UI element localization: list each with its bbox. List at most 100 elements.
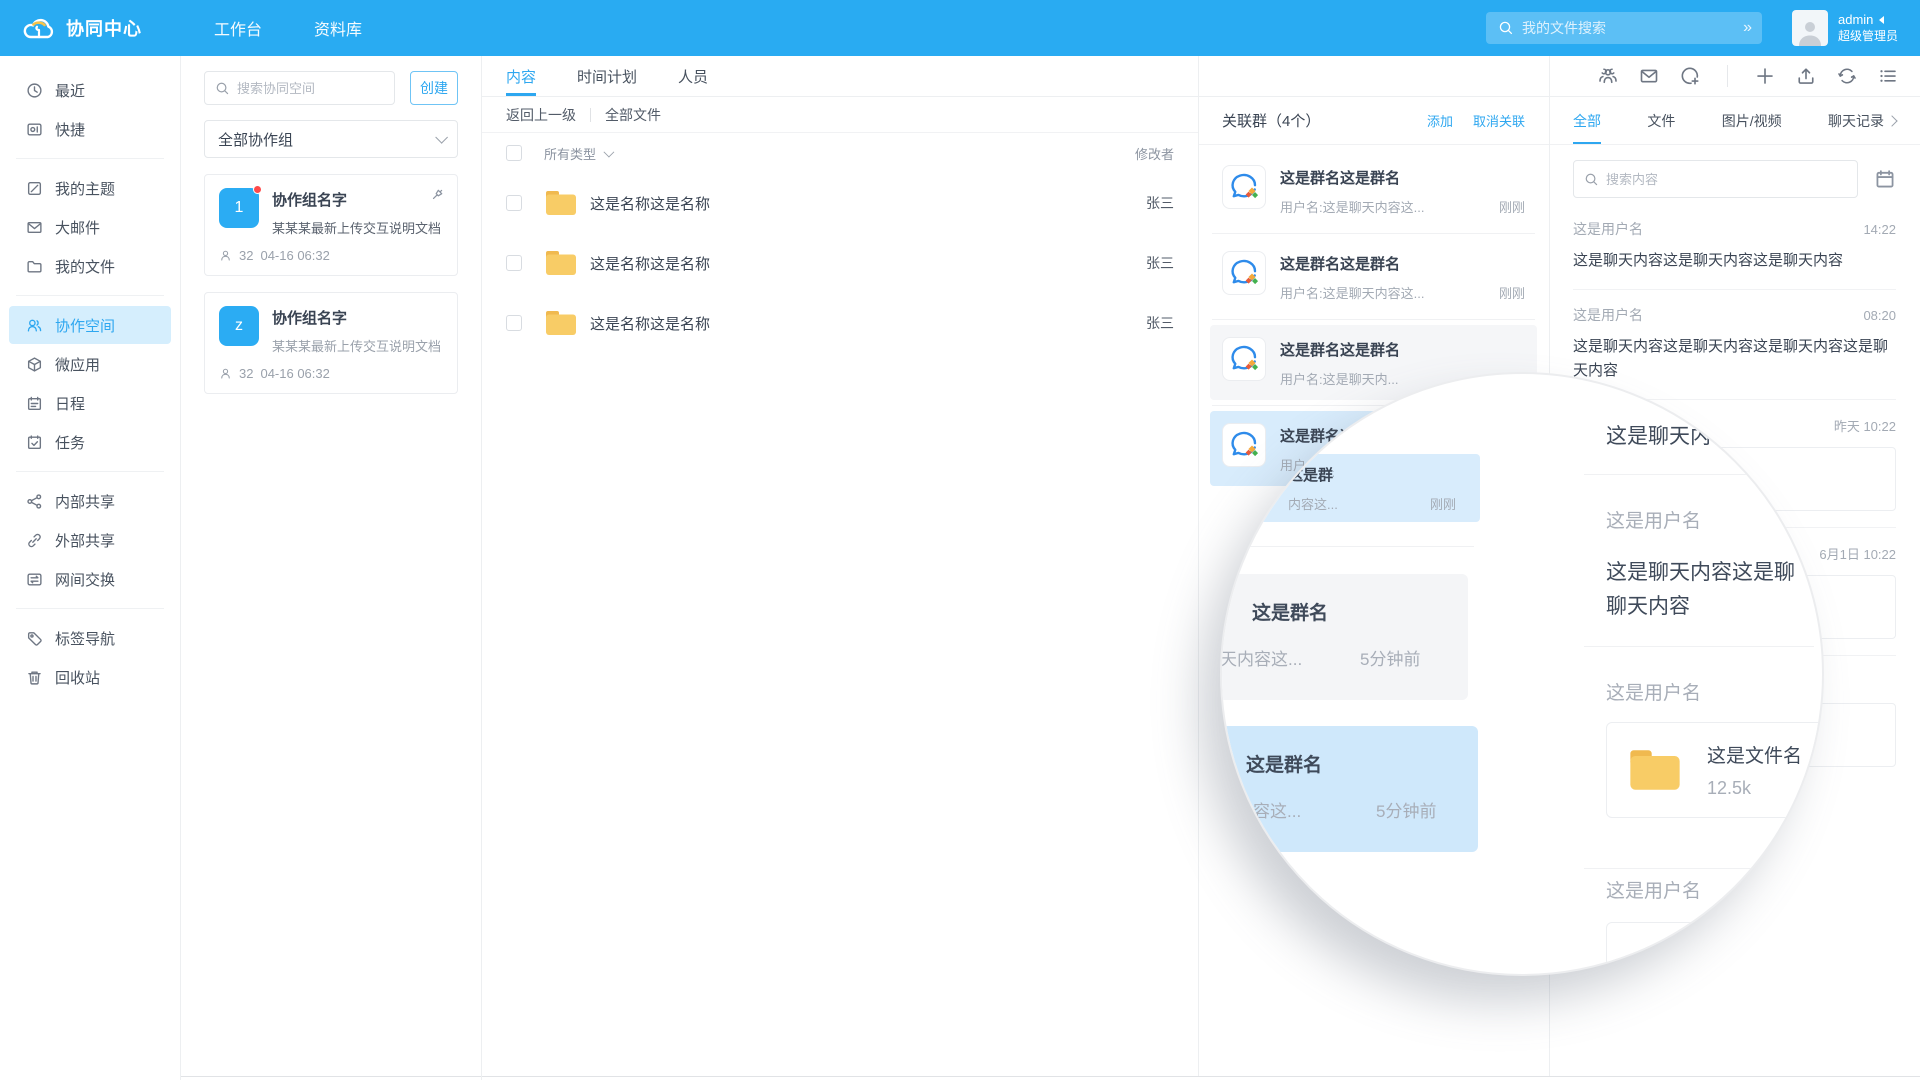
select-all-checkbox[interactable]	[506, 145, 522, 161]
sidebar-item-tasks[interactable]: 任务	[9, 423, 171, 461]
tab-timeline[interactable]: 时间计划	[577, 56, 637, 96]
sidebar-item-recent[interactable]: 最近	[9, 71, 171, 109]
sidebar-item-internal-share[interactable]: 内部共享	[9, 482, 171, 520]
sidebar-item-label: 我的文件	[55, 256, 115, 277]
group-name: 这是群名这是群名	[1280, 253, 1525, 274]
file-name: 这是文件名	[1707, 741, 1802, 768]
list-divider	[1584, 474, 1804, 475]
sidebar-item-my-topics[interactable]: 我的主题	[9, 169, 171, 207]
sidebar-item-recycle-bin[interactable]: 回收站	[9, 658, 171, 696]
folder-icon	[544, 309, 578, 337]
group-panel: 创建 全部协作组 1 协作组名字 某某某最新上传交互说明文档 32 04-16 …	[181, 56, 482, 1080]
user-caret-icon	[1879, 16, 1884, 24]
calendar-icon	[26, 395, 43, 412]
toolbar-divider	[1727, 65, 1728, 87]
type-filter[interactable]: 所有类型	[544, 144, 612, 163]
upload-icon[interactable]	[1796, 66, 1816, 86]
nav-workbench[interactable]: 工作台	[214, 16, 262, 40]
list-divider	[1212, 319, 1535, 320]
nav-library[interactable]: 资料库	[314, 16, 362, 40]
folder-icon	[26, 258, 43, 275]
message-time: 昨天 10:22	[1834, 416, 1896, 435]
file-name: 这是名称这是名称	[590, 253, 710, 274]
person-icon	[1795, 16, 1825, 46]
sidebar-item-external-share[interactable]: 外部共享	[9, 521, 171, 559]
last-message: 聊天内容这...	[1220, 797, 1352, 822]
file-row[interactable]: 这是名称这是名称 张三	[482, 233, 1198, 293]
share-icon	[26, 493, 43, 510]
group-search-input[interactable]	[237, 81, 384, 96]
sidebar-item-schedule[interactable]: 日程	[9, 384, 171, 422]
linked-group-item[interactable]: 这是群名这是群名 用户名:这是聊天内容这...刚刚	[1210, 153, 1537, 228]
create-group-button[interactable]: 创建	[410, 71, 458, 105]
sidebar-item-label: 内部共享	[55, 491, 115, 512]
sidebar-divider	[16, 158, 164, 159]
sidebar-item-label: 日程	[55, 393, 85, 414]
avatar	[1792, 10, 1828, 46]
link-icon	[26, 532, 43, 549]
row-checkbox[interactable]	[506, 195, 522, 211]
chat-tabs: 全部 文件 图片/视频 聊天记录	[1549, 97, 1920, 145]
tab-chat-log[interactable]: 聊天记录	[1828, 97, 1896, 144]
row-checkbox[interactable]	[506, 315, 522, 331]
sidebar-item-network-exchange[interactable]: 网间交换	[9, 560, 171, 598]
tab-media[interactable]: 图片/视频	[1722, 97, 1782, 144]
tab-members[interactable]: 人员	[678, 56, 708, 96]
chat-message[interactable]: 这是用户名14:22 这是聊天内容这是聊天内容这是聊天内容	[1573, 204, 1896, 290]
group-filter-select[interactable]: 全部协作组	[204, 120, 458, 158]
member-count: 32	[239, 366, 253, 381]
add-icon[interactable]	[1755, 66, 1775, 86]
tab-all[interactable]: 全部	[1573, 97, 1601, 144]
sidebar-item-collab-space[interactable]: 协作空间	[9, 306, 171, 344]
lens-group-card-selected: 这是群名 聊天内容这...5分钟前	[1220, 726, 1478, 852]
file-size: 12.5k	[1707, 778, 1802, 799]
magnifier-lens: 这是群名这是群名 内容这... 刚刚 这是群名 是聊天内容这...5分钟前 这是…	[1220, 372, 1824, 976]
file-row[interactable]: 这是名称这是名称 张三	[482, 173, 1198, 233]
file-row[interactable]: 这是名称这是名称 张三	[482, 293, 1198, 353]
sidebar-item-tag-nav[interactable]: 标签导航	[9, 619, 171, 657]
tag-icon	[26, 630, 43, 647]
group-search[interactable]	[204, 71, 395, 105]
add-link-button[interactable]: 添加	[1427, 111, 1453, 130]
chat-app-icon	[1222, 165, 1266, 209]
mail-icon[interactable]	[1639, 66, 1659, 86]
lens-partial-card	[1606, 922, 1806, 976]
chat-message[interactable]: 这是用户名08:20 这是聊天内容这是聊天内容这是聊天内容这是聊天内容	[1573, 290, 1896, 400]
trash-icon	[26, 669, 43, 686]
global-search[interactable]: »	[1486, 12, 1762, 44]
chat-search-input[interactable]	[1606, 172, 1847, 187]
linked-group-item[interactable]: 这是群名这是群名 用户名:这是聊天内容这...刚刚	[1210, 239, 1537, 314]
chat-search[interactable]	[1573, 160, 1858, 198]
calendar-filter-icon[interactable]	[1874, 168, 1896, 190]
topbar: 协同中心 工作台 资料库 » admin 超级管理员	[0, 0, 1920, 56]
members-icon[interactable]	[1598, 66, 1618, 86]
group-filter-label: 全部协作组	[218, 129, 293, 150]
breadcrumb-back[interactable]: 返回上一级	[506, 105, 576, 125]
global-search-input[interactable]	[1522, 20, 1735, 36]
refresh-icon[interactable]	[1837, 66, 1857, 86]
sidebar: 最近 快捷 我的主题 大邮件 我的文件 协作空间 微应用	[0, 56, 181, 1080]
user-name: admin	[1838, 12, 1873, 28]
user-menu[interactable]: admin 超级管理员	[1792, 10, 1898, 46]
row-checkbox[interactable]	[506, 255, 522, 271]
folder-icon	[544, 189, 578, 217]
tab-files[interactable]: 文件	[1647, 97, 1675, 144]
lens-group-card: 这是群名 是聊天内容这...5分钟前	[1220, 574, 1468, 700]
group-card[interactable]: 1 协作组名字 某某某最新上传交互说明文档 32 04-16 06:32	[204, 174, 458, 276]
tab-content[interactable]: 内容	[506, 56, 536, 96]
app-logo[interactable]: 协同中心	[0, 15, 190, 41]
sidebar-item-label: 大邮件	[55, 217, 100, 238]
sidebar-item-big-mail[interactable]: 大邮件	[9, 208, 171, 246]
pin-icon[interactable]	[430, 187, 445, 207]
sidebar-item-my-files[interactable]: 我的文件	[9, 247, 171, 285]
search-go-icon[interactable]: »	[1743, 19, 1750, 37]
user-meta: admin 超级管理员	[1838, 12, 1898, 44]
sidebar-item-micro-apps[interactable]: 微应用	[9, 345, 171, 383]
list-view-icon[interactable]	[1878, 66, 1898, 86]
sidebar-item-shortcuts[interactable]: 快捷	[9, 110, 171, 148]
cloud-logo-icon	[22, 16, 56, 40]
collab-center-app: 协同中心 工作台 资料库 » admin 超级管理员	[0, 0, 1920, 1080]
history-add-icon[interactable]	[1680, 66, 1700, 86]
unlink-button[interactable]: 取消关联	[1473, 111, 1525, 130]
group-card[interactable]: z 协作组名字 某某某最新上传交互说明文档 32 04-16 06:32	[204, 292, 458, 394]
